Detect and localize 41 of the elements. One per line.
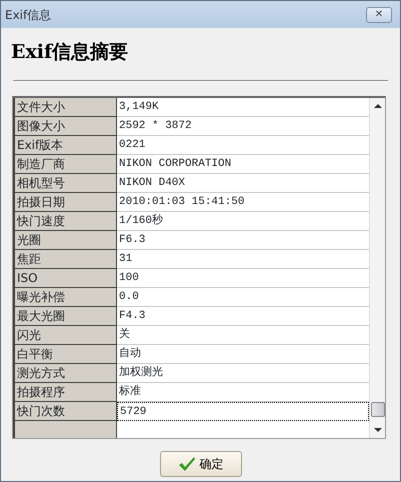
value-cell[interactable]: 关 <box>117 326 369 344</box>
row-label: 相机型号 <box>13 174 117 192</box>
value-cell[interactable]: 3,149K <box>117 98 369 116</box>
value-cell[interactable]: NIKON CORPORATION <box>117 154 369 174</box>
row-label: 闪光 <box>13 326 117 344</box>
row-label: 快门速度 <box>13 212 117 230</box>
value-cell[interactable]: 自动 <box>117 344 369 364</box>
row-label: 文件大小 <box>13 98 117 116</box>
row-label: 光圈 <box>13 230 117 250</box>
row-label: 快门次数 <box>13 402 117 420</box>
value-cell[interactable]: F6.3 <box>117 230 369 250</box>
value-cell[interactable]: 5729 <box>117 402 369 420</box>
row-label: ISO <box>13 268 117 288</box>
row-label: 曝光补偿 <box>13 288 117 306</box>
value-cell[interactable]: 2010:01:03 15:41:50 <box>117 192 369 212</box>
close-button[interactable]: ✕ <box>366 6 392 22</box>
value-cell[interactable]: 0.0 <box>117 288 369 306</box>
row-label: 测光方式 <box>13 364 117 382</box>
row-label: 拍摄程序 <box>13 382 117 402</box>
row-label: 制造厂商 <box>13 154 117 174</box>
row-label: 最大光圈 <box>13 306 117 326</box>
value-cell[interactable]: 31 <box>117 250 369 268</box>
row-label: 白平衡 <box>13 344 117 364</box>
value-cell[interactable]: NIKON D40X <box>117 174 369 192</box>
dialog-heading: Exif信息摘要 <box>11 40 130 65</box>
value-cell[interactable]: 2592 * 3872 <box>117 116 369 136</box>
scrollbar[interactable] <box>369 98 385 438</box>
value-cell[interactable]: 0221 <box>117 136 369 154</box>
row-label: Exif版本 <box>13 136 117 154</box>
value-cell[interactable]: 标准 <box>117 382 369 402</box>
window-title: Exif信息 <box>5 6 52 24</box>
value-cell[interactable]: F4.3 <box>117 306 369 326</box>
row-label: 焦距 <box>13 250 117 268</box>
value-cell[interactable]: 1/160秒 <box>117 212 369 230</box>
value-cell[interactable]: 100 <box>117 268 369 288</box>
row-label: 图像大小 <box>13 116 117 136</box>
ok-button[interactable]: 确定 <box>160 450 242 476</box>
scroll-thumb[interactable] <box>370 402 384 416</box>
value-cell[interactable]: 加权测光 <box>117 364 369 382</box>
row-label: 拍摄日期 <box>13 192 117 212</box>
checkmark-icon <box>178 456 196 472</box>
